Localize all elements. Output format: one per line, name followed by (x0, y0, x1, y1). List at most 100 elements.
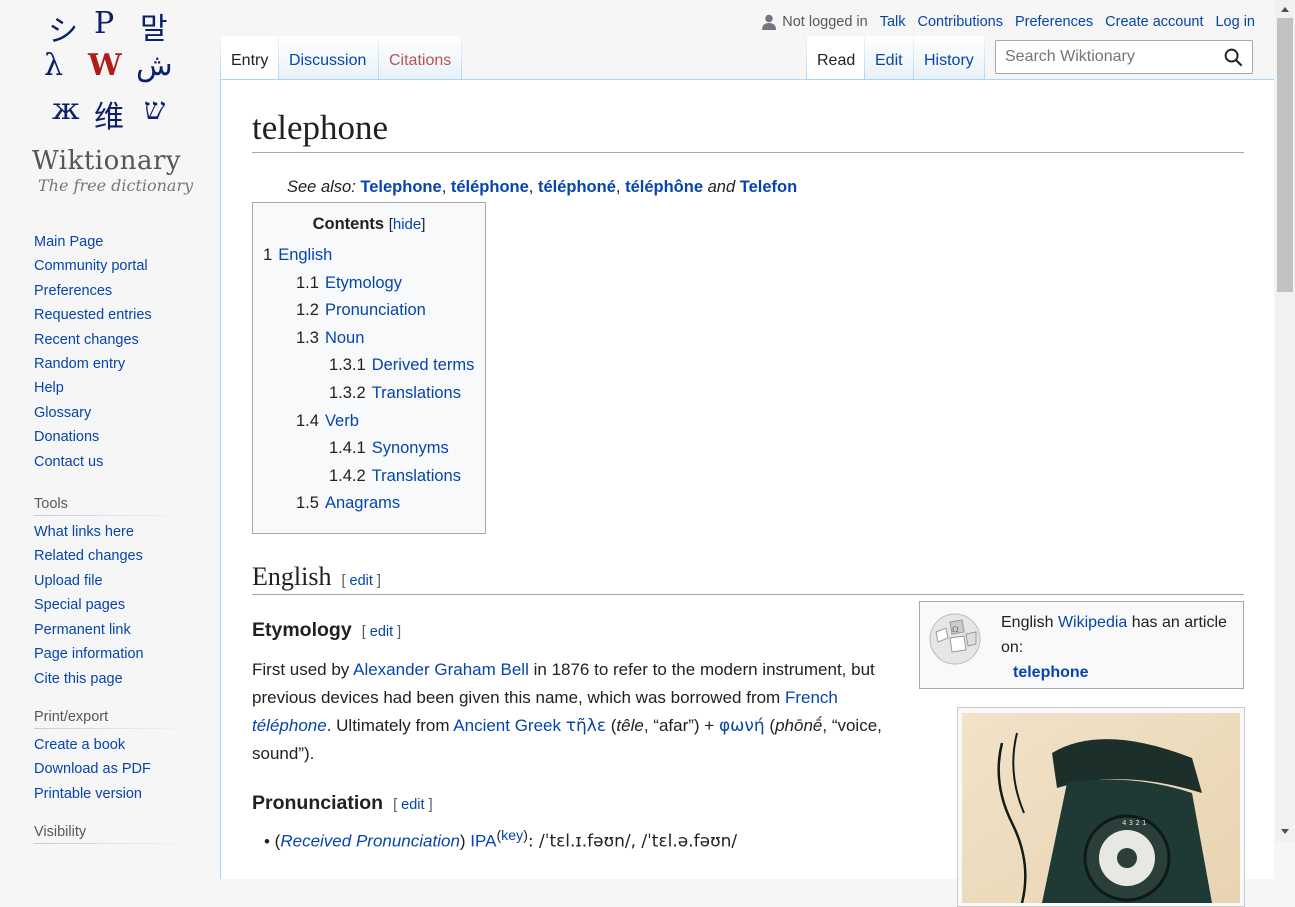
link-ipa[interactable]: IPA (470, 832, 496, 851)
see-also-link[interactable]: téléphone (451, 178, 529, 196)
tools-heading: Tools (34, 496, 192, 517)
edit-section-link[interactable]: edit (350, 573, 373, 589)
tab-citations[interactable]: Citations (379, 36, 461, 80)
search-box (995, 40, 1253, 74)
toc-list: 1 English 1.1 Etymology 1.2 Pronunciation 1… (253, 242, 485, 518)
site-logo[interactable]: シ Ρ 말 λ W ش ж 维 ש Wiktionary The free di… (0, 0, 220, 210)
see-also-link[interactable]: Telefon (740, 178, 797, 196)
print-printable-version[interactable]: Printable version (34, 786, 142, 802)
search-input[interactable] (1003, 47, 1217, 67)
see-also-and: and (707, 178, 736, 196)
tool-related-changes[interactable]: Related changes (34, 548, 143, 564)
heading-pronunciation-text: Pronunciation (252, 792, 384, 814)
toc-item[interactable]: 1.3.2 Translations (253, 380, 485, 408)
toc-item[interactable]: 1.2 Pronunciation (253, 297, 485, 325)
toc-item[interactable]: 1.5 Anagrams (253, 490, 485, 518)
user-icon (762, 14, 777, 30)
nav-recent-changes[interactable]: Recent changes (34, 332, 139, 348)
tool-permanent-link[interactable]: Permanent link (34, 622, 131, 638)
toc-item[interactable]: 1.3.1 Derived terms (253, 352, 485, 380)
personal-create-account[interactable]: Create account (1105, 14, 1203, 30)
not-logged-in: Not logged in (782, 14, 868, 30)
wikipedia-box-text: English Wikipedia has an article on: (1001, 610, 1237, 660)
nav-print: Print/export Create a book Download as P… (34, 708, 192, 806)
tool-cite-this-page[interactable]: Cite this page (34, 671, 123, 687)
scroll-down-icon[interactable] (1275, 824, 1295, 840)
link-alexander-graham-bell[interactable]: Alexander Graham Bell (353, 660, 529, 679)
heading-english: English[ edit ] (252, 562, 1244, 595)
see-also-link[interactable]: téléphoné (538, 178, 616, 196)
wikipedia-box: Ω English Wikipedia has an article on: t… (919, 601, 1244, 689)
tab-edit[interactable]: Edit (865, 36, 913, 80)
tab-read[interactable]: Read (807, 36, 864, 80)
nav-help[interactable]: Help (34, 380, 64, 396)
pronunciation-line: • (Received Pronunciation) IPA(key): /ˈt… (264, 828, 738, 852)
sidebar: Main Page Community portal Preferences R… (0, 230, 220, 848)
nav-preferences[interactable]: Preferences (34, 283, 112, 299)
tool-upload-file[interactable]: Upload file (34, 573, 103, 589)
telephone-photo: 4 3 2 1 (962, 713, 1240, 903)
tool-special-pages[interactable]: Special pages (34, 597, 125, 613)
tab-entry[interactable]: Entry (221, 36, 278, 80)
logo-tagline: The free dictionary (38, 176, 194, 195)
search-icon[interactable] (1224, 48, 1243, 67)
nav-requested-entries[interactable]: Requested entries (34, 307, 152, 323)
link-french[interactable]: French (785, 688, 838, 707)
see-also-label: See also: (287, 178, 356, 196)
toc-item[interactable]: 1.1 Etymology (253, 270, 485, 298)
personal-log-in[interactable]: Log in (1215, 14, 1255, 30)
nav-main: Main Page Community portal Preferences R… (34, 230, 192, 474)
link-received-pronunciation[interactable]: Received Pronunciation (280, 832, 460, 851)
wikipedia-link[interactable]: Wikipedia (1058, 614, 1127, 631)
scroll-up-icon[interactable] (1275, 2, 1295, 18)
toc-hide-link[interactable]: hide (393, 216, 421, 233)
nav-glossary[interactable]: Glossary (34, 405, 91, 421)
edit-section-link[interactable]: edit (370, 624, 393, 640)
table-of-contents: Contents [hide] 1 English 1.1 Etymology 1.… (252, 202, 486, 534)
see-also: See also: Telephone, téléphone, téléphon… (287, 178, 798, 196)
link-phone-greek[interactable]: φωνή (719, 716, 765, 736)
nav-main-page[interactable]: Main Page (34, 234, 103, 250)
link-tele-greek[interactable]: τῆλε (566, 716, 606, 736)
nav-community-portal[interactable]: Community portal (34, 258, 148, 274)
toc-header: Contents [hide] (312, 215, 426, 233)
personal-tools: Not logged in Talk Contributions Prefere… (762, 14, 1255, 30)
wikipedia-globe-icon: Ω (929, 613, 981, 665)
personal-talk[interactable]: Talk (880, 14, 906, 30)
nav-donations[interactable]: Donations (34, 429, 99, 445)
tab-divider (984, 36, 985, 80)
personal-preferences[interactable]: Preferences (1015, 14, 1093, 30)
edit-section-link[interactable]: edit (401, 797, 424, 813)
link-telephone-french[interactable]: téléphone (252, 716, 327, 735)
see-also-link[interactable]: téléphône (625, 178, 703, 196)
toc-item[interactable]: 1.4 Verb (253, 408, 485, 436)
nav-contact-us[interactable]: Contact us (34, 454, 103, 470)
tab-discussion[interactable]: Discussion (279, 36, 378, 80)
wikipedia-article-link[interactable]: telephone (1013, 664, 1089, 681)
nav-visibility: Visibility (34, 824, 192, 845)
tab-history[interactable]: History (914, 36, 984, 80)
tool-page-information[interactable]: Page information (34, 646, 144, 662)
main-content: telephone See also: Telephone, téléphone… (220, 79, 1274, 907)
print-download-pdf[interactable]: Download as PDF (34, 761, 151, 777)
scrollbar-thumb[interactable] (1277, 18, 1293, 292)
toc-item[interactable]: 1.4.1 Synonyms (253, 435, 485, 463)
print-create-book[interactable]: Create a book (34, 737, 125, 753)
toc-item[interactable]: 1.4.2 Translations (253, 463, 485, 491)
see-also-link[interactable]: Telephone (360, 178, 441, 196)
heading-pronunciation: Pronunciation[ edit ] (252, 792, 433, 814)
visibility-heading: Visibility (34, 824, 192, 845)
tool-what-links-here[interactable]: What links here (34, 524, 134, 540)
telephone-image[interactable]: 4 3 2 1 (957, 707, 1245, 907)
svg-text:Ω: Ω (952, 625, 959, 634)
svg-text:4 3 2 1: 4 3 2 1 (1122, 819, 1147, 827)
nav-random-entry[interactable]: Random entry (34, 356, 125, 372)
toc-item[interactable]: 1 English (253, 242, 485, 270)
link-ancient-greek[interactable]: Ancient Greek (453, 716, 561, 735)
wikipedia-article: telephone (1013, 660, 1089, 685)
heading-etymology-text: Etymology (252, 619, 352, 641)
personal-contributions[interactable]: Contributions (918, 14, 1003, 30)
toc-item[interactable]: 1.3 Noun (253, 325, 485, 353)
heading-etymology: Etymology[ edit ] (252, 619, 402, 641)
scrollbar[interactable] (1275, 0, 1295, 842)
